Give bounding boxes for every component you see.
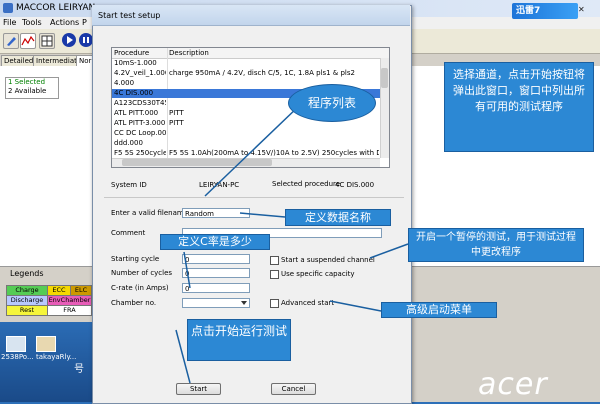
crate-note: 定义C率是多少 [160,234,270,250]
start-note: 点击开始运行测试 [187,319,291,361]
arrow-advanced [329,300,382,312]
arrow-suspend [369,243,409,259]
arrow-filename [239,212,286,218]
filename-note: 定义数据名称 [285,209,391,226]
arrow-proc-list [204,104,301,197]
advanced-note: 高级启动菜单 [381,302,497,318]
annotation-arrows [175,104,420,384]
proc-list-note: 程序列表 [288,84,376,122]
arrow-crate [183,251,191,289]
channel-note: 选择通道，点击开始按钮将弹出此窗口，窗口中列出所有可用的测试程序 [444,62,594,152]
suspend-note: 开启一个暂停的测试，用于测试过程中更改程序 [408,228,584,262]
